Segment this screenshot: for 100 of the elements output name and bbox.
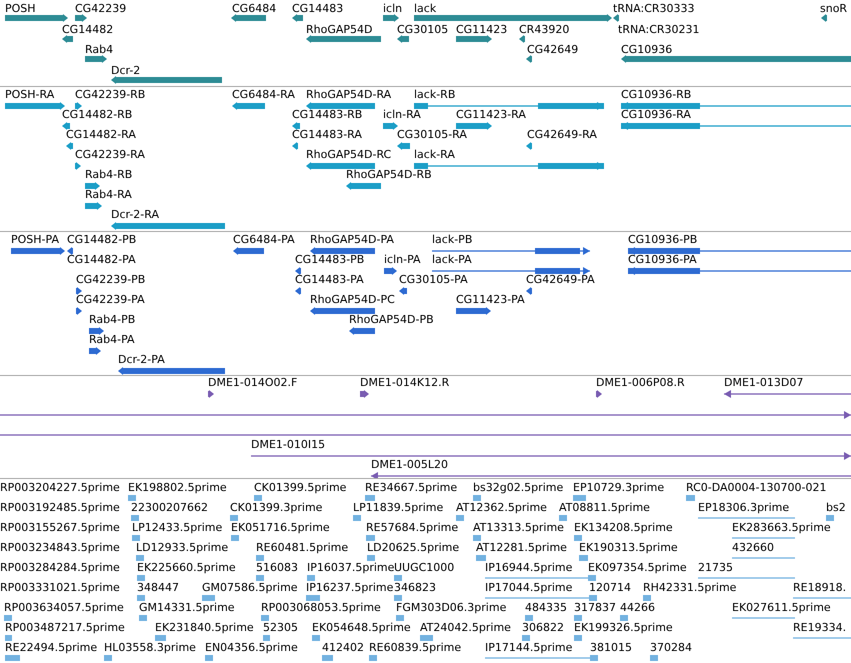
feature-glyph xyxy=(826,513,834,523)
feature-label: IP16944.5prime xyxy=(485,561,572,575)
feature-label: CG42239-RA xyxy=(75,148,145,162)
feature-label: DME1-010I15 xyxy=(251,438,326,452)
feature-label: GM07586.5prime xyxy=(202,581,298,595)
feature-label: RhoGAP54D-PC xyxy=(310,293,395,307)
feature-label: CG10936 xyxy=(621,43,672,57)
feature-label: CG42649-RA xyxy=(527,128,597,142)
feature-label: CG42649 xyxy=(527,43,578,57)
feature-label: Dcr-2-PA xyxy=(118,353,165,367)
feature-glyph xyxy=(306,593,320,603)
feature-label: EK199326.5prime xyxy=(574,621,673,635)
feature-label: CG42239 xyxy=(75,2,126,16)
feature-label: EK283663.5prime xyxy=(732,521,831,535)
feature-label: 306822 xyxy=(522,621,564,635)
feature-label: CK01399.3prime xyxy=(230,501,322,515)
feature-label: EP10729.3prime xyxy=(573,481,664,495)
feature-glyph xyxy=(312,633,320,643)
feature-label: EK097354.5prime xyxy=(588,561,687,575)
feature-label: IP17044.5prime xyxy=(485,581,572,595)
feature-label: EK231840.5prime xyxy=(155,621,254,635)
feature-glyph xyxy=(5,653,20,663)
feature-label: EK054648.5prime xyxy=(312,621,411,635)
feature-label: 21735 xyxy=(698,561,733,575)
feature-label: EK190313.5prime xyxy=(579,541,678,555)
feature-label: 484335 xyxy=(525,601,567,615)
feature-glyph xyxy=(620,613,628,623)
feature-label: tRNA:CR30231 xyxy=(618,22,700,36)
feature-label: GM14331.5prime xyxy=(139,601,235,615)
feature-label: DME1-014O02.F xyxy=(208,376,298,390)
feature-label: CG14483-PA xyxy=(295,273,364,287)
feature-label: lack xyxy=(414,2,436,16)
feature-label: AT12281.5prime xyxy=(476,541,567,555)
feature-label: CG10936-PB xyxy=(628,233,698,247)
feature-label: RE22494.5prime xyxy=(5,641,98,655)
feature-glyph xyxy=(369,653,377,663)
feature-label: IP16037.5prime xyxy=(307,561,394,575)
feature-label: RE57684.5prime xyxy=(366,521,458,535)
feature-label: 348447 xyxy=(137,581,179,595)
feature-glyph xyxy=(573,493,586,503)
feature-label: CG6484-PA xyxy=(233,233,295,247)
feature-glyph xyxy=(254,493,262,503)
feature-label: EP18306.3prime xyxy=(698,501,790,515)
feature-label: CG30105-RA xyxy=(397,128,467,142)
feature-label: RhoGAP54D-PB xyxy=(349,313,434,327)
feature-label: AT13313.5prime xyxy=(473,521,564,535)
feature-label: RhoGAP54D xyxy=(306,22,372,36)
feature-label: LP12433.5prime xyxy=(132,521,222,535)
feature-label: icln xyxy=(383,2,402,16)
feature-label: AT24042.5prime xyxy=(420,621,511,635)
feature-label: 346823 xyxy=(394,581,436,595)
feature-label: IP16237.5prime xyxy=(306,581,394,595)
feature-label: snoR xyxy=(820,2,848,16)
feature-label: CG14482-RA xyxy=(66,128,136,142)
feature-label: 516083 xyxy=(256,561,298,575)
feature-label: Dcr-2 xyxy=(111,64,140,78)
feature-label: Rab4-PA xyxy=(89,333,135,347)
feature-label: RE34667.5prime xyxy=(365,481,458,495)
feature-label: POSH-RA xyxy=(5,88,54,102)
feature-glyph xyxy=(104,653,112,663)
feature-label: CG11423-PA xyxy=(456,293,525,307)
feature-label: RP003487217.5prime xyxy=(5,621,125,635)
feature-label: DME1-013D07 xyxy=(724,376,804,390)
feature-label: RhoGAP54D-RC xyxy=(306,148,392,162)
feature-label: 432660 xyxy=(732,541,774,555)
feature-label: 120714 xyxy=(589,581,631,595)
feature-label: RhoGAP54D-RB xyxy=(346,168,432,182)
feature-label: POSH xyxy=(5,2,36,16)
feature-label: RC0-DA0004-130700-021 xyxy=(686,481,826,495)
feature-label: 44266 xyxy=(620,601,655,615)
feature-label: DME1-006P08.R xyxy=(596,376,685,390)
feature-label: DME1-005L20 xyxy=(371,458,448,472)
feature-label: CG42649-PA xyxy=(526,273,595,287)
feature-label: EK134208.5prime xyxy=(574,521,673,535)
feature-label: CG10936-RB xyxy=(621,88,692,102)
feature-glyph xyxy=(643,593,651,603)
feature-label: HL03558.3prime xyxy=(104,641,196,655)
feature-glyph xyxy=(686,493,695,503)
feature-label: CG14483-PB xyxy=(295,253,364,267)
feature-label: RP003284284.5prime xyxy=(0,561,120,575)
feature-label: RE60481.5prime xyxy=(256,541,348,555)
feature-label: lack-RB xyxy=(414,88,456,102)
feature-label: icln-RA xyxy=(383,108,421,122)
feature-glyph xyxy=(205,653,213,663)
feature-label: AT08811.5prime xyxy=(559,501,650,515)
feature-label: CG14482 xyxy=(62,22,114,36)
feature-label: DME1-014K12.R xyxy=(360,376,450,390)
feature-label: CG10936-RA xyxy=(621,108,691,122)
feature-label: CG10936-PA xyxy=(628,253,697,267)
feature-label: CG42239-RB xyxy=(75,88,146,102)
feature-label: CG14482-PB xyxy=(67,233,136,247)
feature-label: EK198802.5prime xyxy=(128,481,227,495)
feature-label: CG14482-RB xyxy=(62,108,132,122)
feature-label: FGM303D06.3prime xyxy=(396,601,506,615)
feature-label: CG14482-PA xyxy=(67,253,136,267)
feature-label: RE18918. xyxy=(793,581,846,595)
feature-label: 370284 xyxy=(650,641,692,655)
feature-label: bs32g02.5prime xyxy=(473,481,564,495)
feature-label: EK051716.5prime xyxy=(231,521,330,535)
feature-label: RhoGAP54D-RA xyxy=(306,88,392,102)
